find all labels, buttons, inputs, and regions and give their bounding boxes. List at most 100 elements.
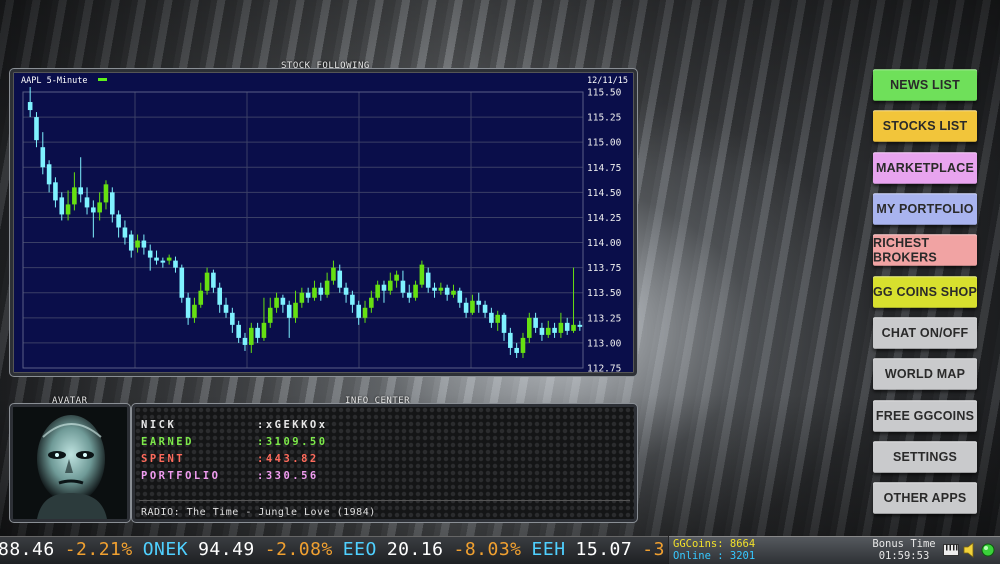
candle-body xyxy=(476,300,482,305)
chat-toggle-label: CHAT ON/OFF xyxy=(881,325,969,341)
candle-body xyxy=(280,297,286,305)
stock-chart-panel: 115.50 115.25 115.00 114.75 114.50 114.25 114.… xyxy=(10,69,637,376)
my-portfolio-label: MY PORTFOLIO xyxy=(876,201,974,217)
ticker-item: 20.16 xyxy=(386,539,444,560)
chart-date-label: 12/11/15 xyxy=(587,76,628,86)
news-list-button[interactable]: NEWS LIST xyxy=(873,69,977,101)
y-tick-label: 112.75 xyxy=(587,364,621,374)
richest-brokers-label: RICHEST BROKERS xyxy=(873,235,937,265)
candle-body xyxy=(331,267,336,281)
y-tick-label: 114.00 xyxy=(587,238,622,249)
candle-body xyxy=(432,287,437,291)
candle-body xyxy=(387,280,393,291)
free-ggcoins-button[interactable]: FREE GGCOINS xyxy=(873,400,977,432)
y-tick-label: 114.25 xyxy=(587,213,621,224)
candle-body xyxy=(571,324,576,331)
news-list-label: NEWS LIST xyxy=(890,77,960,93)
stock-ticker: 88.46 -2.21% ONEK 94.49 -2.08% EEO 20.16 -8.03%… xyxy=(0,536,668,564)
chat-toggle-button[interactable]: CHAT ON/OFF xyxy=(873,317,977,349)
candle-body xyxy=(46,164,52,185)
earned-value: :3109.50 xyxy=(257,436,328,448)
candle-body xyxy=(520,337,526,353)
candle-body xyxy=(84,197,90,208)
info-center-panel: NICK :xGEKKOx EARNED :3109.50 SPENT :443… xyxy=(132,404,637,522)
chart-plot-border xyxy=(22,91,584,369)
keyboard-icon[interactable] xyxy=(943,543,959,557)
online-status-icon[interactable] xyxy=(981,543,995,557)
chart-legend-swatch xyxy=(98,78,107,81)
candle-body xyxy=(192,304,197,318)
online-count: Online : 3201 xyxy=(673,550,756,562)
candle-body xyxy=(375,284,380,298)
y-tick-label: 113.50 xyxy=(587,288,622,299)
candle-body xyxy=(65,204,71,215)
candle-body xyxy=(255,327,260,338)
candle-body xyxy=(356,304,362,318)
candle-body xyxy=(394,274,399,281)
candle-body xyxy=(40,147,46,168)
chart-symbol-label: AAPL 5-Minute xyxy=(21,76,88,86)
earned-label: EARNED xyxy=(141,436,194,448)
ticker-item: EEO xyxy=(342,539,377,560)
volume-icon[interactable] xyxy=(963,542,977,558)
candle-body xyxy=(438,287,444,291)
settings-button[interactable]: SETTINGS xyxy=(873,441,977,473)
spent-label: SPENT xyxy=(141,453,186,465)
candle-body xyxy=(116,214,121,228)
portfolio-value: :330.56 xyxy=(257,470,319,482)
candle-body xyxy=(381,284,387,291)
ggcoins-balance: GGCoins: 8664 xyxy=(673,538,756,550)
candle-body xyxy=(211,272,216,288)
candle-body xyxy=(324,280,330,295)
candle-body xyxy=(501,314,507,333)
y-tick-label: 113.00 xyxy=(587,338,622,349)
candle-body xyxy=(274,297,279,308)
candle-body xyxy=(267,307,273,323)
marketplace-label: MARKETPLACE xyxy=(875,160,975,176)
candle-body xyxy=(350,294,355,305)
richest-brokers-button[interactable]: RICHEST BROKERS xyxy=(873,234,977,266)
candle-body xyxy=(419,264,425,285)
candle-body xyxy=(154,257,159,261)
candle-body xyxy=(204,272,210,291)
candle-body xyxy=(545,327,551,335)
ticker-item: 94.49 xyxy=(198,539,255,560)
candle-body xyxy=(526,317,532,338)
y-tick-label: 113.75 xyxy=(587,263,621,274)
candle-body xyxy=(34,117,39,141)
other-apps-button[interactable]: OTHER APPS xyxy=(873,482,977,514)
candle-body xyxy=(577,324,583,327)
avatar[interactable] xyxy=(10,404,130,522)
candle-body xyxy=(539,327,545,335)
stocks-list-label: STOCKS LIST xyxy=(882,118,968,134)
world-map-button[interactable]: WORLD MAP xyxy=(873,358,977,390)
marketplace-button[interactable]: MARKETPLACE xyxy=(873,152,977,184)
candle-body xyxy=(217,287,223,305)
candle-body xyxy=(293,302,298,318)
candle-body xyxy=(286,304,292,318)
candle-body xyxy=(552,327,557,333)
stocks-list-button[interactable]: STOCKS LIST xyxy=(873,110,977,142)
candle-body xyxy=(413,284,418,298)
gg-coins-shop-label: GG COINS SHOP xyxy=(873,284,978,300)
candle-body xyxy=(103,184,109,203)
candle-body xyxy=(514,347,519,353)
y-tick-label: 114.50 xyxy=(587,188,622,199)
status-bar: GGCoins: 8664 Online : 3201 Bonus Time 0… xyxy=(669,536,1000,564)
my-portfolio-button[interactable]: MY PORTFOLIO xyxy=(873,193,977,225)
candle-body xyxy=(135,240,140,248)
candle-body xyxy=(495,314,501,323)
ticker-item: 88.46 xyxy=(0,539,55,560)
candle-body xyxy=(53,182,58,201)
nick-label: NICK xyxy=(141,419,177,431)
candle-body xyxy=(198,290,204,305)
candle-body xyxy=(400,280,406,293)
ticker-item: -8.03% xyxy=(453,539,522,560)
ticker-item: EEH xyxy=(531,539,566,560)
candle-body xyxy=(97,202,102,213)
gg-coins-shop-button[interactable]: GG COINS SHOP xyxy=(873,276,977,308)
y-tick-label: 115.00 xyxy=(587,138,622,149)
y-tick-label: 114.75 xyxy=(587,163,621,174)
candle-body xyxy=(179,267,185,298)
candle-body xyxy=(470,300,475,313)
